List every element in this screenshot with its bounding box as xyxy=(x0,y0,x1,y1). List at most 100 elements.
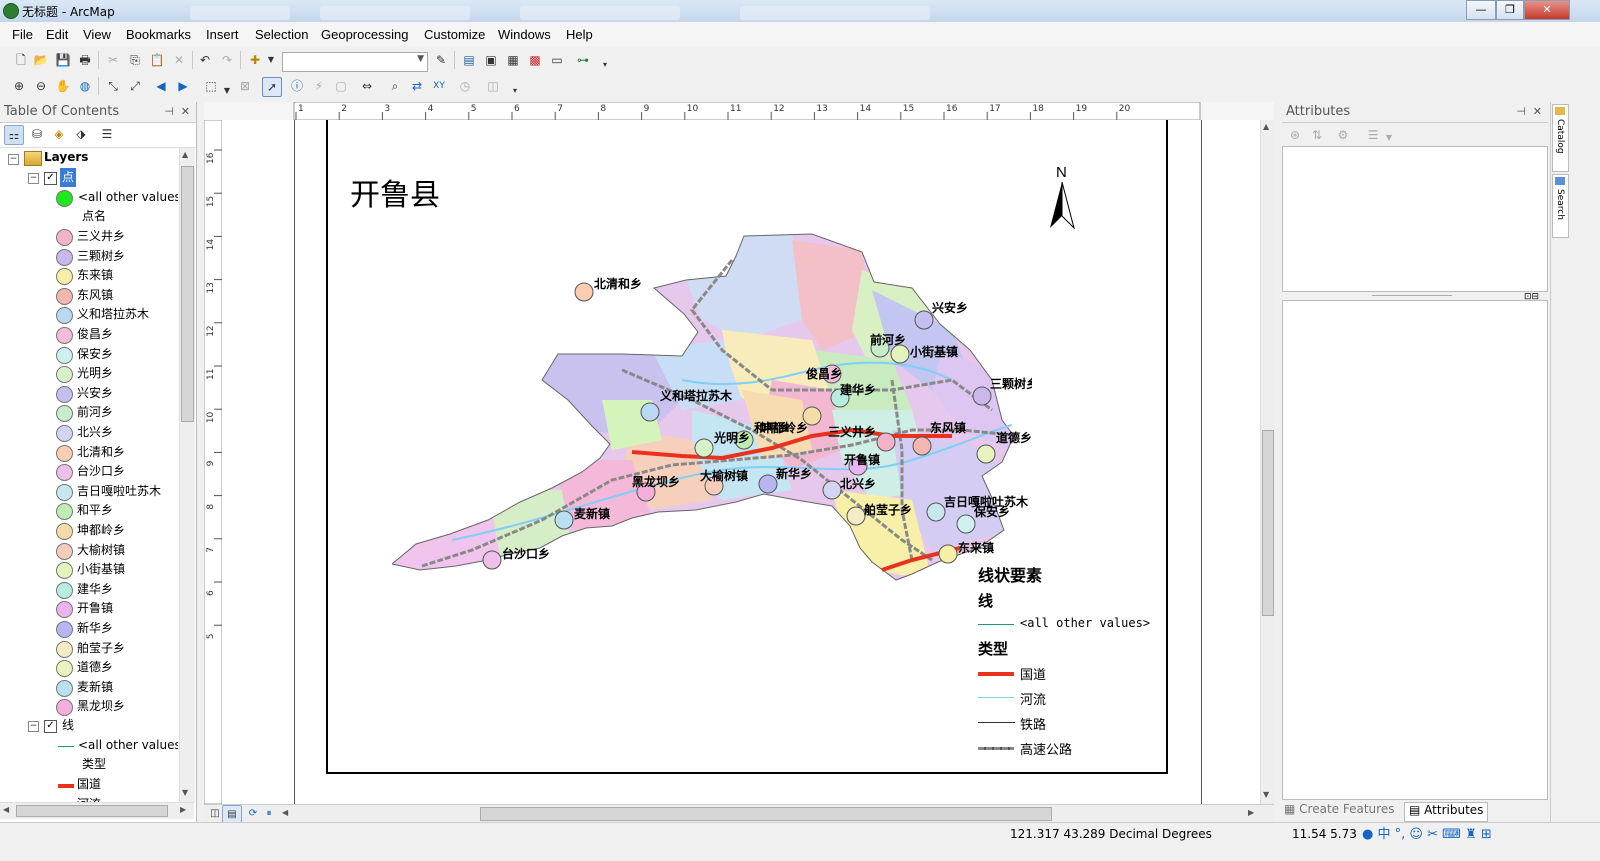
pan-hand-icon[interactable]: ✋ xyxy=(54,77,72,95)
list-by-selection-icon[interactable]: ⬗ xyxy=(72,125,90,143)
point-class-label[interactable]: 保安乡 xyxy=(77,345,113,364)
layer-line[interactable]: 线 xyxy=(62,716,74,735)
place-point[interactable] xyxy=(972,386,992,406)
point-class-label[interactable]: 麦新镇 xyxy=(77,678,113,697)
collapse-icon[interactable]: − xyxy=(28,721,39,732)
maximize-button[interactable]: ❐ xyxy=(1496,0,1524,20)
place-point[interactable] xyxy=(846,506,866,526)
point-class-label[interactable]: 舶莹子乡 xyxy=(77,639,125,658)
point-class-label[interactable]: 兴安乡 xyxy=(77,384,113,403)
menu-insert[interactable]: Insert xyxy=(206,27,239,42)
menu-edit[interactable]: Edit xyxy=(46,27,68,42)
tab-create-features[interactable]: ▦ Create Features xyxy=(1284,802,1394,820)
map-legend[interactable]: 线状要素 线 <all other values> 类型 国道 河流 铁路 高速公路 xyxy=(978,562,1178,762)
toolbar-options-icon[interactable]: ▾ xyxy=(596,56,614,74)
html-popup-icon[interactable]: ▢ xyxy=(332,77,350,95)
ime-skin-icon[interactable]: ♜ xyxy=(1465,827,1477,842)
layer-visibility-checkbox[interactable]: ✓ xyxy=(44,172,57,185)
point-class-label[interactable]: 新华乡 xyxy=(77,619,113,638)
python-window-icon[interactable]: ▭ xyxy=(548,51,566,69)
find-binoculars-icon[interactable]: ⌕ xyxy=(386,77,404,95)
collapse-icon[interactable]: − xyxy=(28,173,39,184)
copy-icon[interactable]: ⎘ xyxy=(126,51,144,69)
toc-options-icon[interactable]: ☰ xyxy=(98,125,116,143)
pause-drawing-icon[interactable]: ⏸ xyxy=(260,805,278,823)
place-point[interactable] xyxy=(890,344,910,364)
place-point[interactable] xyxy=(876,432,896,452)
scroll-down-arrow-icon[interactable]: ▼ xyxy=(1263,790,1269,799)
layer-visibility-checkbox[interactable]: ✓ xyxy=(44,720,57,733)
line-class-label[interactable]: 河流 xyxy=(77,795,101,802)
full-extent-globe-icon[interactable]: ◍ xyxy=(76,77,94,95)
toc-horizontal-scrollbar[interactable]: ◀ ▶ xyxy=(0,802,194,819)
attributes-feature-list[interactable] xyxy=(1282,146,1548,292)
measure-icon[interactable]: ⇔ xyxy=(358,77,376,95)
point-class-label[interactable]: 北清和乡 xyxy=(77,443,125,462)
north-arrow-icon[interactable] xyxy=(1048,182,1076,230)
place-point[interactable] xyxy=(640,402,660,422)
list-by-drawing-order-icon[interactable]: ⚏ xyxy=(4,125,24,145)
place-point[interactable] xyxy=(822,480,842,500)
catalog-window-icon[interactable]: ▣ xyxy=(482,51,500,69)
point-class-label[interactable]: 和平乡 xyxy=(77,501,113,520)
ime-toolbar[interactable]: ● 中 °, ☺ ✂ ⌨ ♜ ⊞ xyxy=(1362,823,1562,843)
place-point[interactable] xyxy=(926,502,946,522)
minimize-button[interactable]: — xyxy=(1466,0,1496,20)
point-class-label[interactable]: 北兴乡 xyxy=(77,423,113,442)
layer-point[interactable]: 点 xyxy=(60,168,77,187)
scroll-down-arrow-icon[interactable]: ▼ xyxy=(182,788,188,797)
menu-windows[interactable]: Windows xyxy=(498,27,551,42)
undo-icon[interactable]: ↶ xyxy=(196,51,214,69)
scroll-right-arrow-icon[interactable]: ▶ xyxy=(1248,808,1254,817)
menu-customize[interactable]: Customize xyxy=(424,27,485,42)
create-viewer-window-icon[interactable]: ◫ xyxy=(484,77,502,95)
point-class-label[interactable]: 坤都岭乡 xyxy=(77,521,125,540)
place-point[interactable] xyxy=(912,436,932,456)
place-point[interactable] xyxy=(914,310,934,330)
zoom-in-icon[interactable]: ⊕ xyxy=(10,77,28,95)
close-button[interactable]: ✕ xyxy=(1524,0,1570,20)
add-data-dropdown-icon[interactable]: ▼ xyxy=(262,51,280,69)
print-icon[interactable]: 🖶 xyxy=(76,51,94,69)
point-class-label[interactable]: 道德乡 xyxy=(77,658,113,677)
menu-geoprocessing[interactable]: Geoprocessing xyxy=(321,27,408,42)
tab-attributes[interactable]: ▤ Attributes xyxy=(1404,802,1489,822)
point-class-label[interactable]: 义和塔拉苏木 xyxy=(77,305,149,324)
place-point[interactable] xyxy=(574,282,594,302)
place-point[interactable] xyxy=(554,510,574,530)
chevron-down-icon[interactable]: ▼ xyxy=(1380,129,1398,147)
point-class-label[interactable]: 俊昌乡 xyxy=(77,325,113,344)
table-of-contents-window-icon[interactable]: ▤ xyxy=(460,51,478,69)
fixed-zoom-in-icon[interactable]: ⤡ xyxy=(104,77,122,95)
search-window-icon[interactable]: ▦ xyxy=(504,51,522,69)
find-route-icon[interactable]: ⇄ xyxy=(408,77,426,95)
place-point[interactable] xyxy=(938,544,958,564)
layout-view[interactable]: 1 2 3 4 5 6 7 8 9 10 11 12 13 14 15 16 17 18 19 20 16 15 14 13… xyxy=(204,102,1275,825)
zoom-out-icon[interactable]: ⊖ xyxy=(32,77,50,95)
point-class-label[interactable]: 三颗树乡 xyxy=(77,247,125,266)
collapse-icon[interactable]: − xyxy=(8,154,19,165)
select-elements-icon[interactable]: ➚ xyxy=(262,77,282,97)
page-canvas[interactable]: 开鲁县 N 北清和乡 兴安乡 前河乡 小街基镇 俊昌乡 建华乡 三颗树 义和塔拉… xyxy=(222,120,1262,804)
list-by-visibility-icon[interactable]: ◈ xyxy=(50,125,68,143)
menu-selection[interactable]: Selection xyxy=(255,27,308,42)
paste-icon[interactable]: 📋 xyxy=(148,51,166,69)
close-icon[interactable]: ✕ xyxy=(181,102,190,122)
data-frame-layers[interactable]: Layers xyxy=(44,148,88,167)
place-point[interactable] xyxy=(694,438,714,458)
ime-emoji-icon[interactable]: ☺ xyxy=(1409,827,1423,842)
point-class-label[interactable]: 建华乡 xyxy=(77,580,113,599)
layout-vertical-scrollbar[interactable]: ▲ ▼ xyxy=(1260,120,1275,804)
tab-catalog[interactable]: Catalog xyxy=(1552,104,1569,172)
scrollbar-thumb[interactable] xyxy=(181,166,194,422)
time-slider-icon[interactable]: ◷ xyxy=(456,77,474,95)
hyperlink-icon[interactable]: ⚡ xyxy=(310,77,328,95)
auto-hide-pin-icon[interactable]: ⊣ xyxy=(164,102,174,122)
menu-bookmarks[interactable]: Bookmarks xyxy=(126,27,191,42)
show-features-icon[interactable]: ⊛ xyxy=(1286,126,1304,144)
sort-icon[interactable]: ⇅ xyxy=(1308,126,1326,144)
select-dropdown-icon[interactable]: ▼ xyxy=(218,82,236,100)
forward-arrow-icon[interactable]: ▶ xyxy=(174,77,192,95)
scroll-up-arrow-icon[interactable]: ▲ xyxy=(1263,122,1269,131)
point-class-label[interactable]: 前河乡 xyxy=(77,403,113,422)
